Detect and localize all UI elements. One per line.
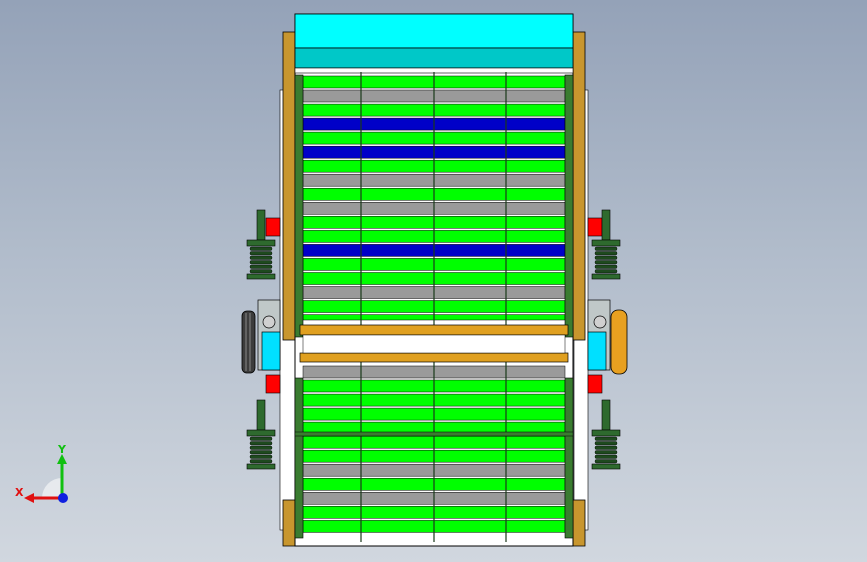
feed-hopper[interactable]	[294, 13, 574, 49]
left-side-plate-upper[interactable]	[282, 31, 296, 341]
right-motor-body[interactable]	[587, 331, 607, 371]
right-inner-rail-lower[interactable]	[564, 377, 574, 539]
right-drive-disc[interactable]	[610, 309, 628, 375]
right-motor-flange	[593, 315, 607, 329]
bearing-left-upper[interactable]	[265, 217, 281, 237]
left-inner-rail-upper[interactable]	[294, 74, 304, 338]
left-side-plate-lower[interactable]	[282, 499, 296, 547]
spring-mount[interactable]	[246, 399, 276, 470]
vibrating-screen-model[interactable]	[0, 0, 867, 562]
cad-viewport[interactable]: X Y	[0, 0, 867, 562]
lower-frame-band-left	[294, 431, 574, 437]
right-side-plate-upper[interactable]	[572, 31, 586, 341]
bearing-right-upper[interactable]	[587, 217, 603, 237]
triad-z-axis	[58, 493, 68, 503]
triad-x-label: X	[15, 486, 24, 499]
feed-hopper-lip[interactable]	[294, 47, 574, 69]
left-inner-rail-lower[interactable]	[294, 377, 304, 539]
spring-mount[interactable]	[591, 399, 621, 470]
axis-triad	[24, 454, 68, 503]
bearing-left-lower[interactable]	[265, 374, 281, 394]
left-vbelt-pulley[interactable]	[241, 310, 256, 374]
bearing-right-lower[interactable]	[587, 374, 603, 394]
triad-y-label: Y	[58, 443, 66, 456]
left-motor-body[interactable]	[261, 331, 281, 371]
right-side-plate-lower[interactable]	[572, 499, 586, 547]
left-motor-flange	[262, 315, 276, 329]
left-exciter-assembly[interactable]	[241, 299, 281, 374]
cross-beam-upper[interactable]	[299, 324, 569, 336]
cross-beam-lower[interactable]	[299, 352, 569, 363]
cross-beam-gap	[302, 334, 566, 354]
right-inner-rail-upper[interactable]	[564, 74, 574, 338]
triad-x-arrowhead	[24, 493, 34, 503]
right-exciter-assembly[interactable]	[587, 299, 628, 375]
